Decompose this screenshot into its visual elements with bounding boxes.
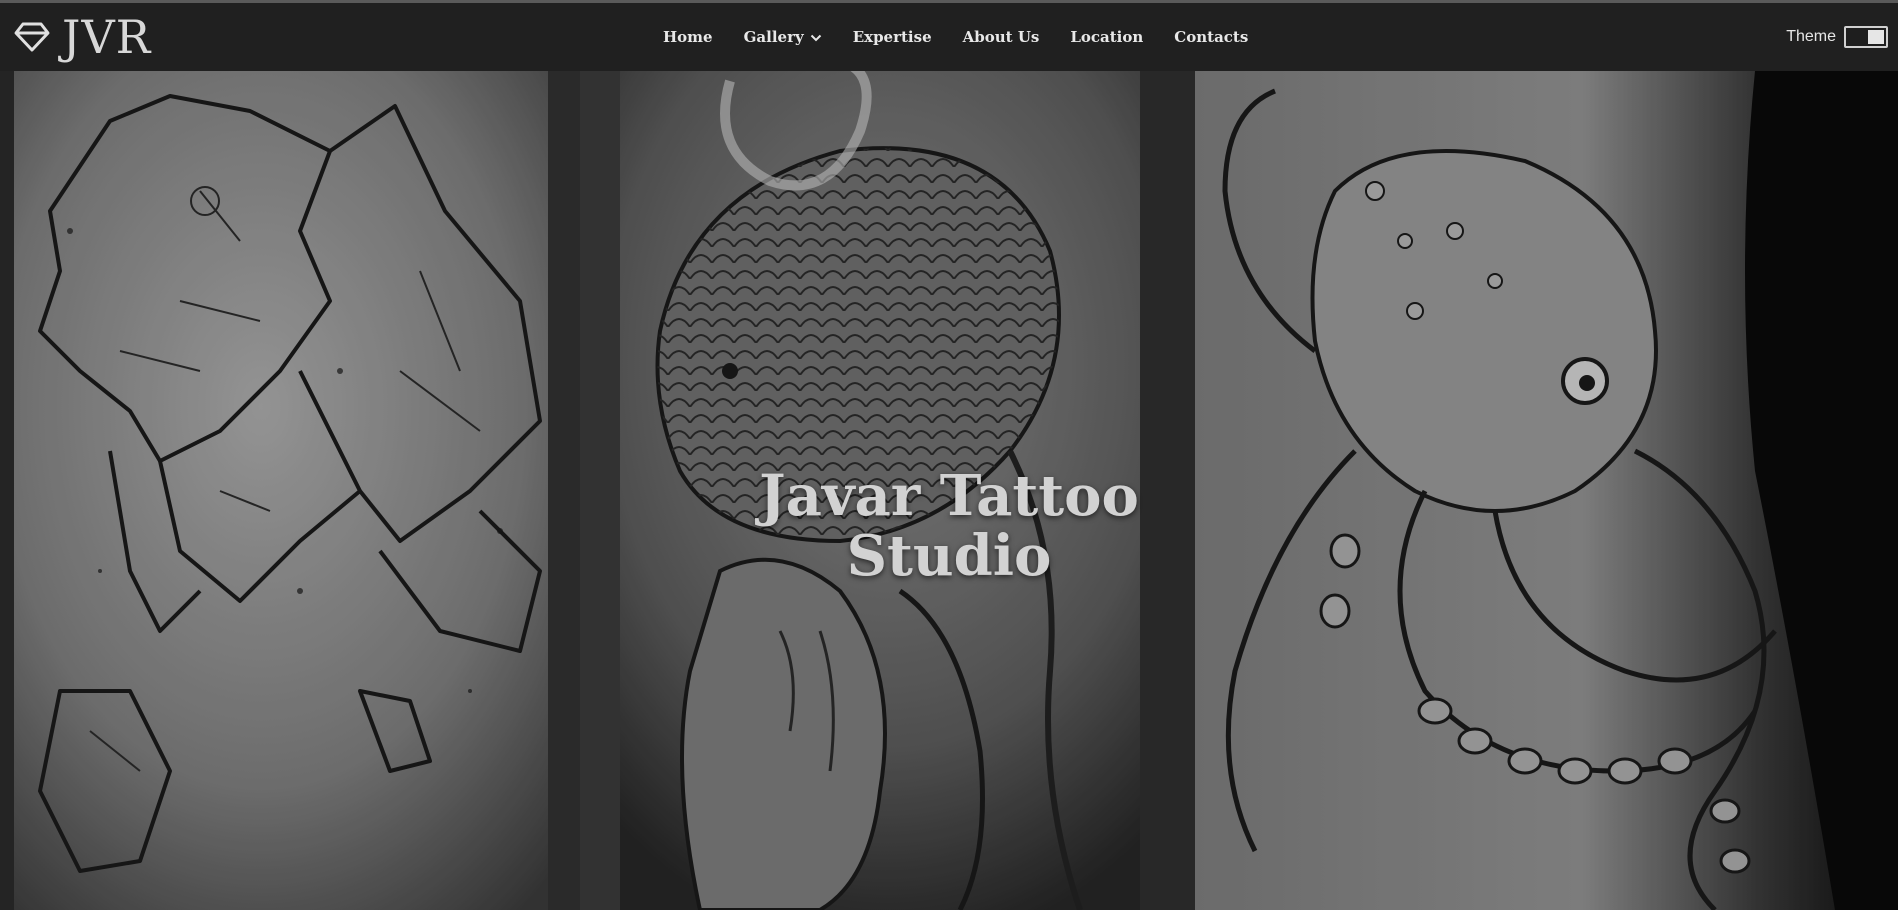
nav-home[interactable]: Home [663, 28, 713, 46]
navbar: JVR Home Gallery Expertise About Us Loca… [0, 3, 1898, 72]
hero-title: Javar Tattoo Studio [0, 466, 1898, 586]
theme-toggle[interactable] [1844, 26, 1888, 48]
brand-logo[interactable]: JVR [14, 13, 151, 61]
hero-title-line-2: Studio [846, 523, 1052, 589]
hero-title-line-1: Javar Tattoo [759, 463, 1139, 529]
chevron-down-icon [810, 28, 822, 46]
nav-location-label: Location [1070, 28, 1144, 46]
theme-label: Theme [1786, 28, 1836, 45]
main-nav: Home Gallery Expertise About Us Location… [663, 3, 1248, 71]
nav-gallery-label: Gallery [743, 28, 804, 46]
nav-contacts[interactable]: Contacts [1174, 28, 1248, 46]
nav-about-us-label: About Us [962, 28, 1040, 46]
hero-banner: Javar Tattoo Studio [0, 71, 1898, 910]
nav-location[interactable]: Location [1070, 28, 1143, 46]
nav-contacts-label: Contacts [1174, 28, 1249, 46]
nav-expertise[interactable]: Expertise [853, 28, 932, 46]
brand-name: JVR [62, 10, 152, 64]
nav-home-label: Home [663, 28, 713, 46]
nav-gallery[interactable]: Gallery [744, 28, 822, 46]
theme-toggle-knob [1868, 30, 1884, 44]
diamond-icon [14, 21, 50, 53]
theme-control: Theme [1786, 24, 1888, 50]
nav-expertise-label: Expertise [852, 28, 932, 46]
nav-about-us[interactable]: About Us [963, 28, 1040, 46]
